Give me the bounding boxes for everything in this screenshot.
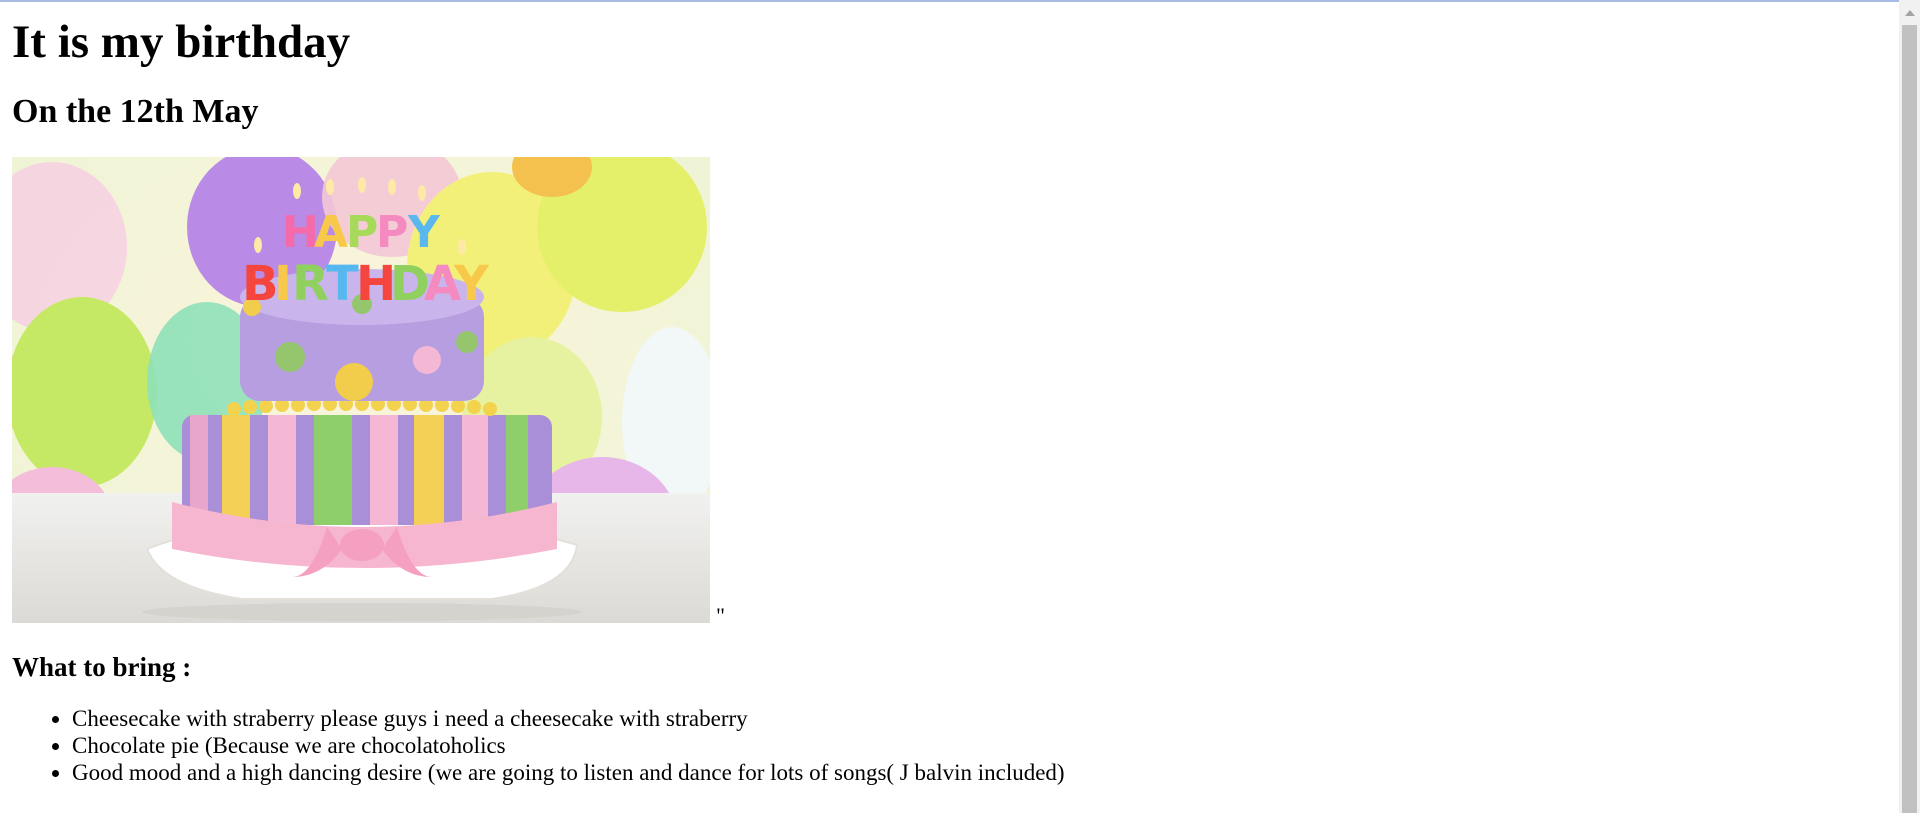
list-item: Cheesecake with straberry please guys i … [72, 705, 1892, 732]
scroll-thumb[interactable] [1902, 25, 1917, 813]
bring-list: Cheesecake with straberry please guys i … [12, 705, 1892, 786]
page-subtitle: On the 12th May [12, 93, 259, 131]
svg-text:R: R [292, 256, 329, 312]
svg-text:I: I [274, 256, 292, 312]
svg-text:A: A [314, 207, 348, 258]
svg-text:Y: Y [453, 256, 490, 312]
birthday-cake-image: H A P P Y B I R T H D A Y [12, 157, 710, 624]
bring-heading: What to bring : [12, 652, 192, 683]
page-title: It is my birthday [12, 16, 351, 68]
svg-text:P: P [346, 207, 378, 258]
list-item: Good mood and a high dancing desire (we … [72, 759, 1892, 786]
list-item: Chocolate pie (Because we are chocolatoh… [72, 732, 1892, 759]
svg-text:T: T [326, 256, 359, 312]
browser-page: It is my birthday On the 12th May H A P … [0, 0, 1920, 813]
stray-quote-text: " [716, 603, 725, 629]
photo-row: H A P P Y B I R T H D A Y " [12, 157, 1892, 627]
svg-text:P: P [376, 207, 408, 258]
vertical-scrollbar[interactable] [1899, 0, 1920, 813]
svg-text:Y: Y [407, 207, 441, 258]
page-content: It is my birthday On the 12th May H A P … [12, 2, 1892, 786]
scroll-up-arrow-icon[interactable] [1899, 2, 1920, 23]
